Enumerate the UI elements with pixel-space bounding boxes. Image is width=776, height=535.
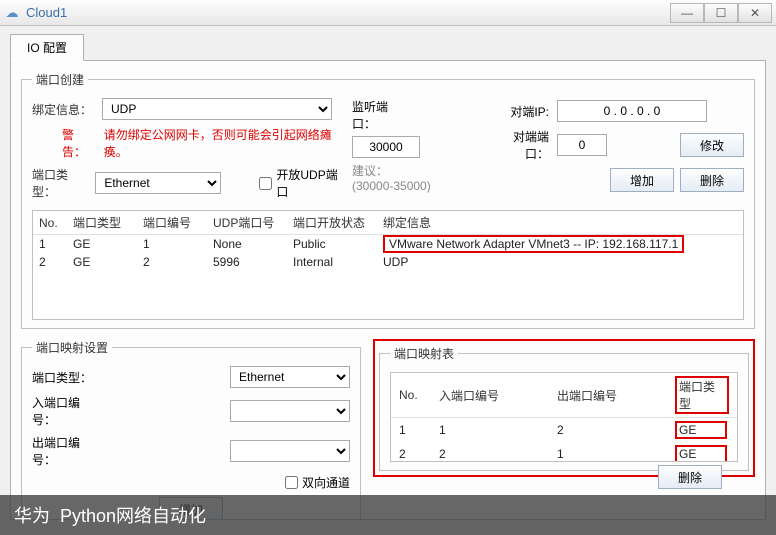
port-map-table[interactable]: No. 入端口编号 出端口编号 端口类型 1 1 2 [390, 372, 738, 462]
footer-overlay: 华为 Python网络自动化 [0, 495, 776, 535]
suggestion-label: 建议： [352, 162, 388, 179]
col-bind: 绑定信息 [377, 211, 743, 235]
listen-port-input[interactable] [352, 136, 420, 158]
bidir-label: 双向通道 [302, 474, 350, 491]
port-map-settings-group: 端口映射设置 端口类型： Ethernet 入端口编号： 出端口编号： [21, 339, 361, 520]
window-title: Cloud1 [26, 5, 670, 20]
port-create-group: 端口创建 绑定信息： UDP 警告： 请勿绑定公网网卡，否则可能会引起网络瘫痪。 [21, 71, 755, 329]
peer-port-input[interactable] [557, 134, 607, 156]
mcol-out: 出端口编号 [549, 373, 667, 418]
port-map-table-highlight: 端口映射表 No. 入端口编号 出端口编号 端口类型 [373, 339, 755, 477]
table-row[interactable]: 2 2 1 GE [391, 442, 737, 462]
titlebar: ☁ Cloud1 — ☐ ✕ [0, 0, 776, 26]
overlay-text: Python网络自动化 [60, 502, 206, 528]
peer-port-label: 对端端口： [494, 128, 549, 162]
col-udp: UDP端口号 [207, 211, 287, 235]
mcol-in: 入端口编号 [431, 373, 549, 418]
map-port-type-select[interactable]: Ethernet [230, 366, 350, 388]
open-udp-label: 开放UDP端口 [276, 166, 340, 200]
mcol-ptype-highlight: 端口类型 [675, 376, 729, 414]
out-port-select[interactable] [230, 440, 350, 462]
minimize-button[interactable]: — [670, 3, 704, 23]
port-type-select[interactable]: Ethernet [95, 172, 221, 194]
port-map-settings-legend: 端口映射设置 [32, 339, 112, 356]
bidir-checkbox[interactable] [285, 476, 298, 489]
out-port-label: 出端口编号： [32, 434, 102, 468]
col-state: 端口开放状态 [287, 211, 377, 235]
in-port-select[interactable] [230, 400, 350, 422]
bind-info-select[interactable]: UDP [102, 98, 332, 120]
in-port-label: 入端口编号： [32, 394, 102, 428]
listen-port-label: 监听端口： [352, 98, 407, 132]
table-row[interactable]: 2 GE 2 5996 Internal UDP [33, 253, 743, 271]
overlay-brand: 华为 [14, 502, 50, 528]
port-map-table-legend: 端口映射表 [390, 345, 458, 362]
port-map-table-group: 端口映射表 No. 入端口编号 出端口编号 端口类型 [379, 345, 749, 471]
col-ptype: 端口类型 [67, 211, 137, 235]
tab-panel: 端口创建 绑定信息： UDP 警告： 请勿绑定公网网卡，否则可能会引起网络瘫痪。 [10, 60, 766, 520]
port-create-legend: 端口创建 [32, 71, 88, 88]
del-port-button[interactable]: 删除 [680, 168, 744, 192]
mcol-no: No. [391, 373, 431, 418]
map-port-type-label: 端口类型： [32, 369, 102, 386]
tab-bar: IO 配置 [10, 34, 766, 61]
peer-ip-input[interactable] [557, 100, 707, 122]
app-icon: ☁ [4, 5, 20, 21]
tab-io-config[interactable]: IO 配置 [10, 34, 84, 61]
del-map-button[interactable]: 删除 [658, 465, 722, 489]
bind-info-label: 绑定信息： [32, 101, 94, 118]
table-row[interactable]: 1 GE 1 None Public VMware Network Adapte… [33, 235, 743, 254]
suggestion-text: (30000-35000) [352, 179, 431, 193]
warning-text: 请勿绑定公网网卡，否则可能会引起网络瘫痪。 [104, 126, 340, 160]
close-button[interactable]: ✕ [738, 3, 772, 23]
maximize-button[interactable]: ☐ [704, 3, 738, 23]
col-pnum: 端口编号 [137, 211, 207, 235]
port-list-table[interactable]: No. 端口类型 端口编号 UDP端口号 端口开放状态 绑定信息 1 GE 1 [32, 210, 744, 320]
highlighted-bind-info: VMware Network Adapter VMnet3 -- IP: 192… [383, 235, 684, 253]
table-row[interactable]: 1 1 2 GE [391, 418, 737, 443]
add-port-button[interactable]: 增加 [610, 168, 674, 192]
open-udp-checkbox[interactable] [259, 177, 272, 190]
peer-ip-label: 对端IP: [494, 103, 549, 120]
modify-button[interactable]: 修改 [680, 133, 744, 157]
port-type-label: 端口类型： [32, 166, 87, 200]
col-no: No. [33, 211, 67, 235]
window-buttons: — ☐ ✕ [670, 3, 772, 23]
warning-prefix: 警告： [62, 126, 96, 160]
